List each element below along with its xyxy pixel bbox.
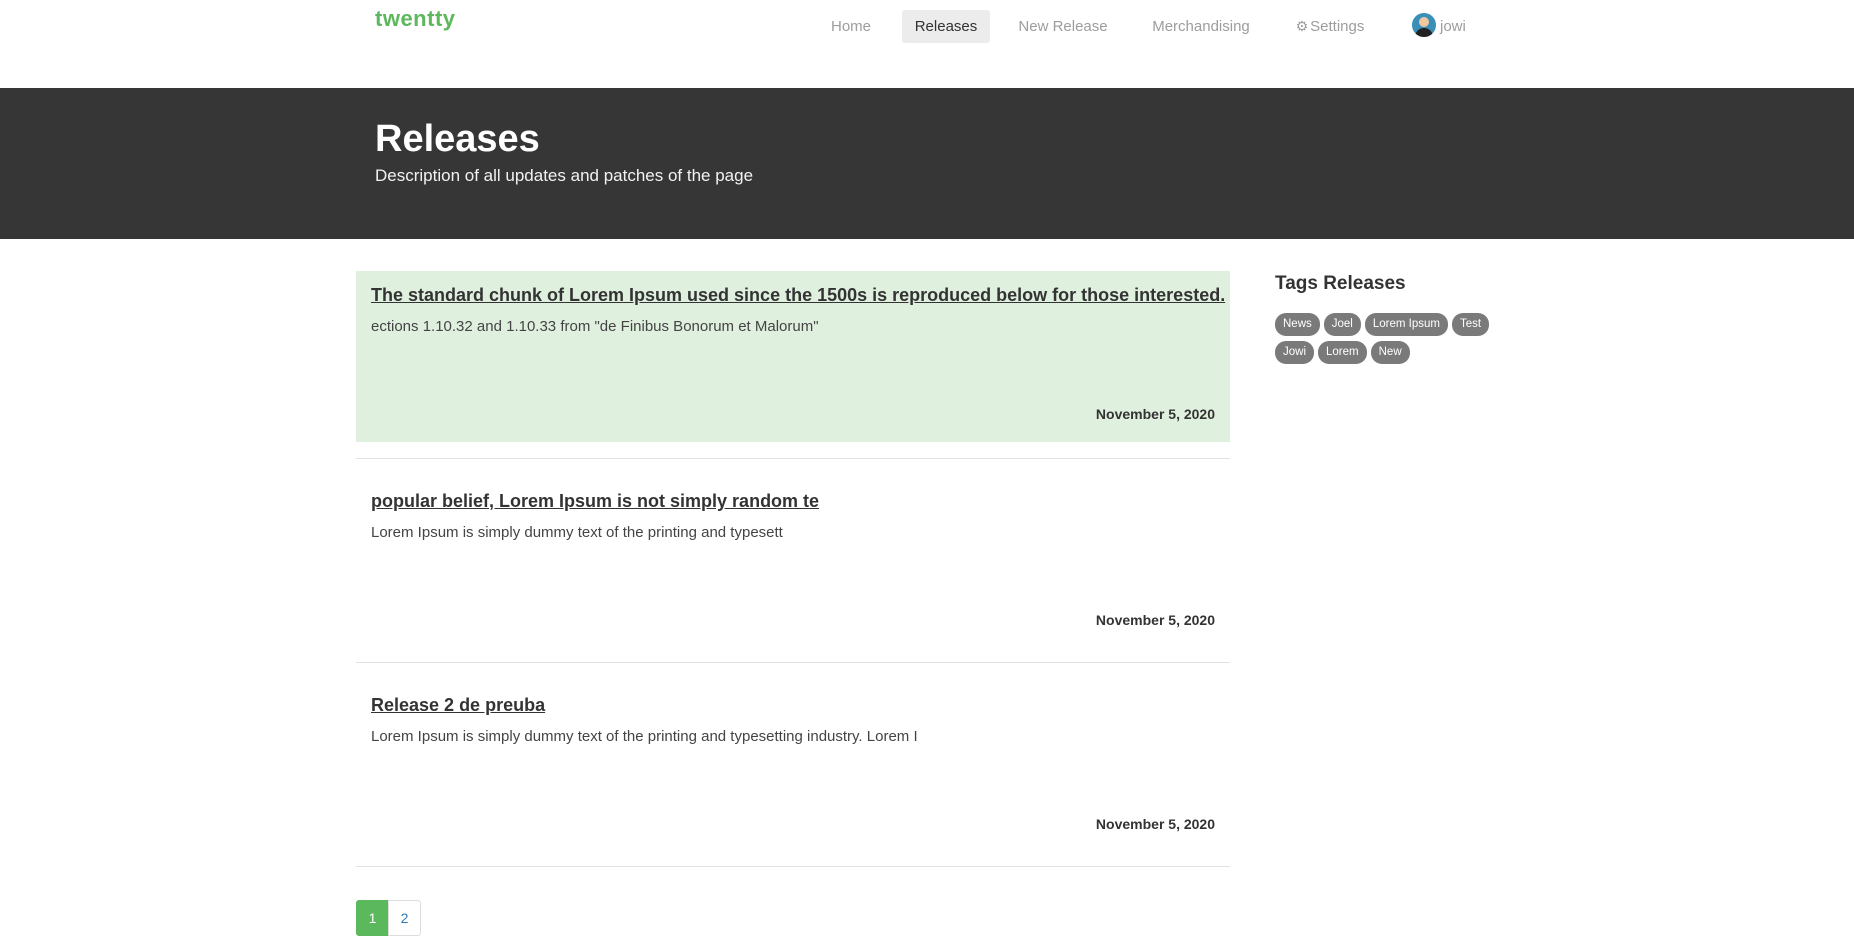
nav-new-release[interactable]: New Release [1006, 10, 1120, 43]
divider [356, 442, 1230, 459]
release-item: The standard chunk of Lorem Ipsum used s… [356, 271, 1230, 442]
release-title-link[interactable]: The standard chunk of Lorem Ipsum used s… [371, 285, 1225, 306]
release-item: Release 2 de preuba Lorem Ipsum is simpl… [356, 663, 1230, 867]
tag-new[interactable]: New [1370, 341, 1410, 364]
nav-user-menu[interactable]: jowi [1404, 10, 1484, 43]
release-list: The standard chunk of Lorem Ipsum used s… [356, 271, 1230, 867]
release-excerpt: Lorem Ipsum is simply dummy text of the … [371, 728, 918, 745]
tag-jowi[interactable]: Jowi [1275, 341, 1315, 364]
release-date: November 5, 2020 [1095, 612, 1215, 628]
navbar: twentty Home Releases New Release Mercha… [0, 0, 1854, 88]
nav-settings-label: Settings [1310, 18, 1365, 35]
sidebar-title: Tags Releases [1275, 273, 1406, 294]
release-title-link[interactable]: Release 2 de preuba [371, 695, 545, 716]
tag-joel[interactable]: Joel [1323, 313, 1361, 336]
release-item: popular belief, Lorem Ipsum is not simpl… [356, 459, 1230, 663]
nav-merchandising[interactable]: Merchandising [1136, 10, 1266, 43]
page-title: Releases [375, 118, 540, 160]
page-2-button[interactable]: 2 [388, 900, 421, 936]
tag-lorem-ipsum[interactable]: Lorem Ipsum [1364, 313, 1448, 336]
release-date: November 5, 2020 [1095, 406, 1215, 422]
nav-home[interactable]: Home [816, 10, 886, 43]
release-excerpt: ections 1.10.32 and 1.10.33 from "de Fin… [371, 318, 819, 335]
nav-user-label: jowi [1440, 18, 1466, 35]
avatar [1412, 13, 1436, 38]
pagination: 1 2 [356, 900, 421, 936]
tag-list: News Joel Lorem Ipsum Test Jowi Lorem Ne… [1275, 313, 1495, 369]
tag-lorem[interactable]: Lorem [1318, 341, 1367, 364]
release-title-link[interactable]: popular belief, Lorem Ipsum is not simpl… [371, 491, 819, 512]
tag-test[interactable]: Test [1451, 313, 1490, 336]
nav-settings[interactable]: ⚙ Settings [1282, 10, 1378, 43]
gear-icon: ⚙ [1295, 18, 1309, 34]
release-excerpt: Lorem Ipsum is simply dummy text of the … [371, 524, 783, 541]
sidebar: Tags Releases News Joel Lorem Ipsum Test… [1275, 273, 1505, 369]
tag-news[interactable]: News [1275, 313, 1320, 336]
release-date: November 5, 2020 [1095, 816, 1215, 832]
nav-releases[interactable]: Releases [902, 10, 990, 43]
page-subtitle: Description of all updates and patches o… [375, 166, 754, 185]
page-header: Releases Description of all updates and … [0, 88, 1854, 239]
brand-logo[interactable]: twentty [375, 6, 456, 32]
page-1-button[interactable]: 1 [356, 900, 389, 936]
